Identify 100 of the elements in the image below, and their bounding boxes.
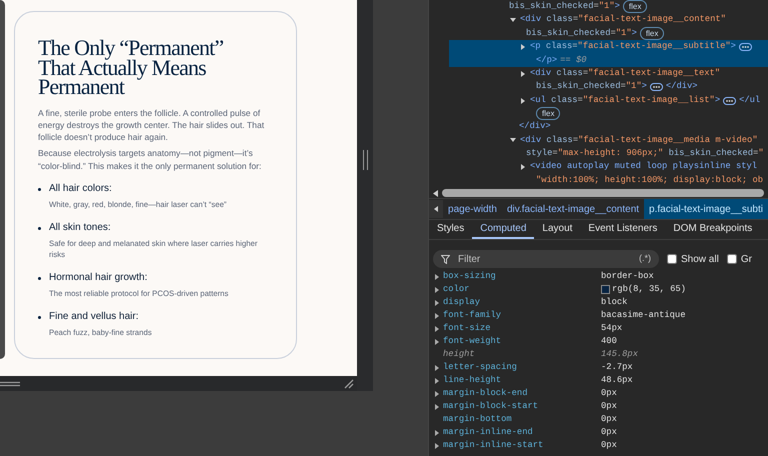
panel-tab[interactable]: Styles — [429, 220, 472, 239]
property-value: -2.7px — [601, 361, 633, 374]
more-icon[interactable] — [723, 96, 736, 105]
panel-tab[interactable]: Layout — [534, 220, 580, 239]
checkbox[interactable] — [726, 254, 737, 264]
property-name: color — [443, 283, 470, 296]
property-value: 400 — [601, 335, 617, 348]
scrollbar-thumb[interactable] — [442, 189, 764, 197]
checkbox-label: Show all — [681, 252, 719, 266]
dom-node-row[interactable]: <p class="facial-text-image__subtitle"> </p> == $0 — [449, 40, 768, 68]
page-heading: The Only “Permanent” That Actually Means Permanent — [38, 38, 224, 96]
property-value: 48.6px — [601, 374, 633, 387]
property-name: height — [443, 348, 475, 361]
checkbox-label: Gr — [740, 252, 752, 266]
dom-node-row[interactable]: <div class="facial-text-image__media m-video" style="max-height: 906px;" bis_skin_checked=" — [519, 134, 768, 160]
collapsed-arrow-icon[interactable] — [520, 164, 526, 170]
property-name: margin-inline-end — [443, 426, 533, 439]
caret-icon — [434, 206, 438, 212]
list-item-title: All hair colors: — [49, 182, 113, 195]
regex-toggle[interactable]: (.*) — [639, 252, 652, 266]
filter-icon — [441, 254, 450, 264]
checkbox[interactable] — [667, 254, 678, 264]
filter-field[interactable]: Filter (.*) — [433, 250, 660, 268]
color-swatch[interactable] — [601, 285, 610, 294]
property-name: margin-block-start — [443, 400, 538, 413]
node-reference: == $0 — [560, 54, 587, 67]
expand-arrow-icon[interactable] — [435, 378, 440, 384]
scroll-left-icon[interactable] — [433, 190, 440, 196]
collapsed-arrow-icon[interactable] — [520, 98, 526, 104]
property-value: 0px — [601, 413, 617, 426]
more-icon[interactable] — [738, 42, 752, 51]
expand-arrow-icon[interactable] — [435, 286, 440, 292]
code-text: <video autoplay muted loop playsinline styl — [530, 160, 758, 174]
more-icon[interactable] — [650, 83, 663, 92]
code-text: "width:100%; height:100%; display:block; ob — [536, 174, 764, 187]
expand-arrow-icon[interactable] — [435, 404, 440, 410]
property-name: line-height — [443, 374, 502, 387]
code-text: </ul — [739, 94, 760, 107]
expand-arrow-icon[interactable] — [435, 326, 440, 332]
bullet-icon — [38, 226, 41, 230]
breadcrumb-link[interactable]: page-width — [443, 199, 502, 219]
bullet-icon — [38, 188, 41, 191]
property-name: margin-block-end — [443, 387, 528, 400]
property-value: block — [601, 296, 628, 309]
property-name: margin-bottom — [443, 413, 512, 426]
code-text: bis_skin_checked="1"> — [526, 26, 637, 40]
list-item-title: Fine and vellus hair: — [49, 310, 140, 323]
code-text: style="max-height: 906px;" bis_skin_checked=" — [526, 147, 764, 160]
panel-tab[interactable]: Event Listeners — [580, 220, 666, 239]
dom-node-row[interactable]: <ul class="facial-text-image__list"> </ul flex — [529, 94, 768, 120]
breadcrumb-link[interactable]: p.facial-text-image__subti — [644, 199, 768, 219]
expand-arrow-icon[interactable] — [435, 442, 440, 448]
drag-handle-icon[interactable] — [0, 380, 20, 386]
breadcrumb-link[interactable]: div.facial-text-image__content — [502, 199, 644, 219]
expand-arrow-icon[interactable] — [435, 274, 440, 280]
dom-node-row[interactable]: <video autoplay muted loop playsinline styl "width:100%; height:100%; display:block; ob — [529, 160, 768, 188]
property-value: 145.8px — [601, 348, 638, 361]
property-name: margin-inline-start — [443, 439, 544, 452]
body-paragraph: Because electrolysis targets anatomy—not pigment—it’s “color-blind.” This makes it the only permanent solution for: — [38, 147, 262, 172]
property-name: letter-spacing — [443, 361, 517, 374]
code-text: bis_skin_checked="1"> — [536, 80, 647, 94]
panel-tab[interactable]: DOM Breakpoints — [665, 220, 760, 239]
bullet-icon — [38, 316, 41, 319]
property-value: 0px — [601, 387, 617, 400]
dom-node-row[interactable]: bis_skin_checked="1"> flex — [509, 0, 768, 14]
property-value: 0px — [601, 426, 617, 439]
property-value: 0px — [601, 439, 617, 452]
property-name: box-sizing — [443, 270, 496, 283]
property-name: font-size — [443, 322, 491, 335]
body-paragraph: A fine, sterile probe enters the follicle. A controlled pulse of energy destroys the growth center. The hair slides out. That follicle doesn’t produce hair again. — [38, 106, 266, 144]
scroll-back-button[interactable] — [429, 200, 444, 218]
resize-handle-icon[interactable] — [344, 378, 354, 388]
property-value: border-box — [601, 270, 654, 283]
expand-arrow-icon[interactable] — [435, 338, 440, 344]
expand-arrow-icon[interactable] — [435, 300, 440, 306]
dom-node-row[interactable]: <div class="facial-text-image__text" bis_skin_checked="1"> </div> — [529, 67, 768, 94]
property-name: font-weight — [443, 335, 502, 348]
collapsed-arrow-icon[interactable] — [520, 70, 526, 77]
code-text: </p> — [536, 54, 558, 67]
bullet-icon — [38, 276, 41, 280]
splitter-handle-icon[interactable] — [362, 150, 368, 170]
expand-arrow-icon[interactable] — [435, 364, 440, 370]
list-item-title: All skin tones: — [49, 220, 112, 234]
expand-arrow-icon[interactable] — [435, 390, 440, 396]
expand-arrow-icon[interactable] — [435, 430, 440, 436]
expanded-arrow-icon[interactable] — [510, 17, 516, 24]
flex-badge[interactable]: flex — [622, 0, 648, 14]
code-text: <p class="facial-text-image__subtitle"> — [530, 40, 736, 54]
flex-badge[interactable]: flex — [536, 107, 560, 120]
collapsed-arrow-icon[interactable] — [520, 44, 526, 50]
code-text: </div> — [519, 120, 551, 134]
expand-arrow-icon[interactable] — [435, 312, 440, 318]
code-text: bis_skin_checked="1"> — [509, 0, 620, 13]
list-item-title: Hormonal hair growth: — [49, 270, 148, 284]
expanded-arrow-icon[interactable] — [510, 137, 516, 144]
panel-tab[interactable]: Computed — [472, 220, 534, 239]
property-value: rgb(8, 35, 65) — [612, 283, 686, 296]
property-name: display — [443, 296, 480, 309]
property-value: bacasime-antique — [601, 309, 686, 322]
property-value: 0px — [601, 400, 617, 413]
